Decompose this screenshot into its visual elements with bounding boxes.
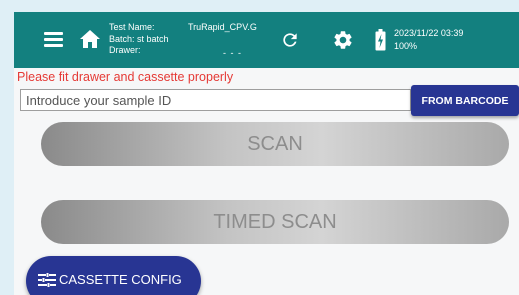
from-barcode-button[interactable]: FROM BARCODE [411,85,519,116]
home-icon[interactable] [79,29,101,49]
test-name-value: TruRapid_CPV.G [188,22,257,32]
cassette-config-label: CASSETTE CONFIG [59,272,182,288]
datetime-text: 2023/11/22 03:39 [394,28,464,38]
test-name-label: Test Name: [109,22,155,32]
gear-icon[interactable] [332,29,354,51]
battery-charging-icon [375,29,386,51]
cassette-config-button[interactable]: CASSETTE CONFIG [26,256,201,295]
test-info: Test Name: TruRapid_CPV.G Batch: st batc… [109,22,257,58]
warning-message: Please fit drawer and cassette properly [17,70,234,84]
tune-icon [38,272,56,287]
scan-button[interactable]: SCAN [41,122,509,166]
drawer-value: - - - [223,48,242,58]
drawer-label: Drawer: [109,45,141,55]
timed-scan-button[interactable]: TIMED SCAN [41,200,509,244]
refresh-icon[interactable] [280,30,300,50]
battery-percent-text: 100% [394,41,418,51]
hamburger-menu-icon[interactable] [44,32,63,48]
batch-label: Batch: st batch [109,33,169,44]
status-info: 2023/11/22 03:39 100% [394,27,463,53]
app-bar: Test Name: TruRapid_CPV.G Batch: st batc… [14,12,519,68]
sample-id-input[interactable] [20,89,411,111]
